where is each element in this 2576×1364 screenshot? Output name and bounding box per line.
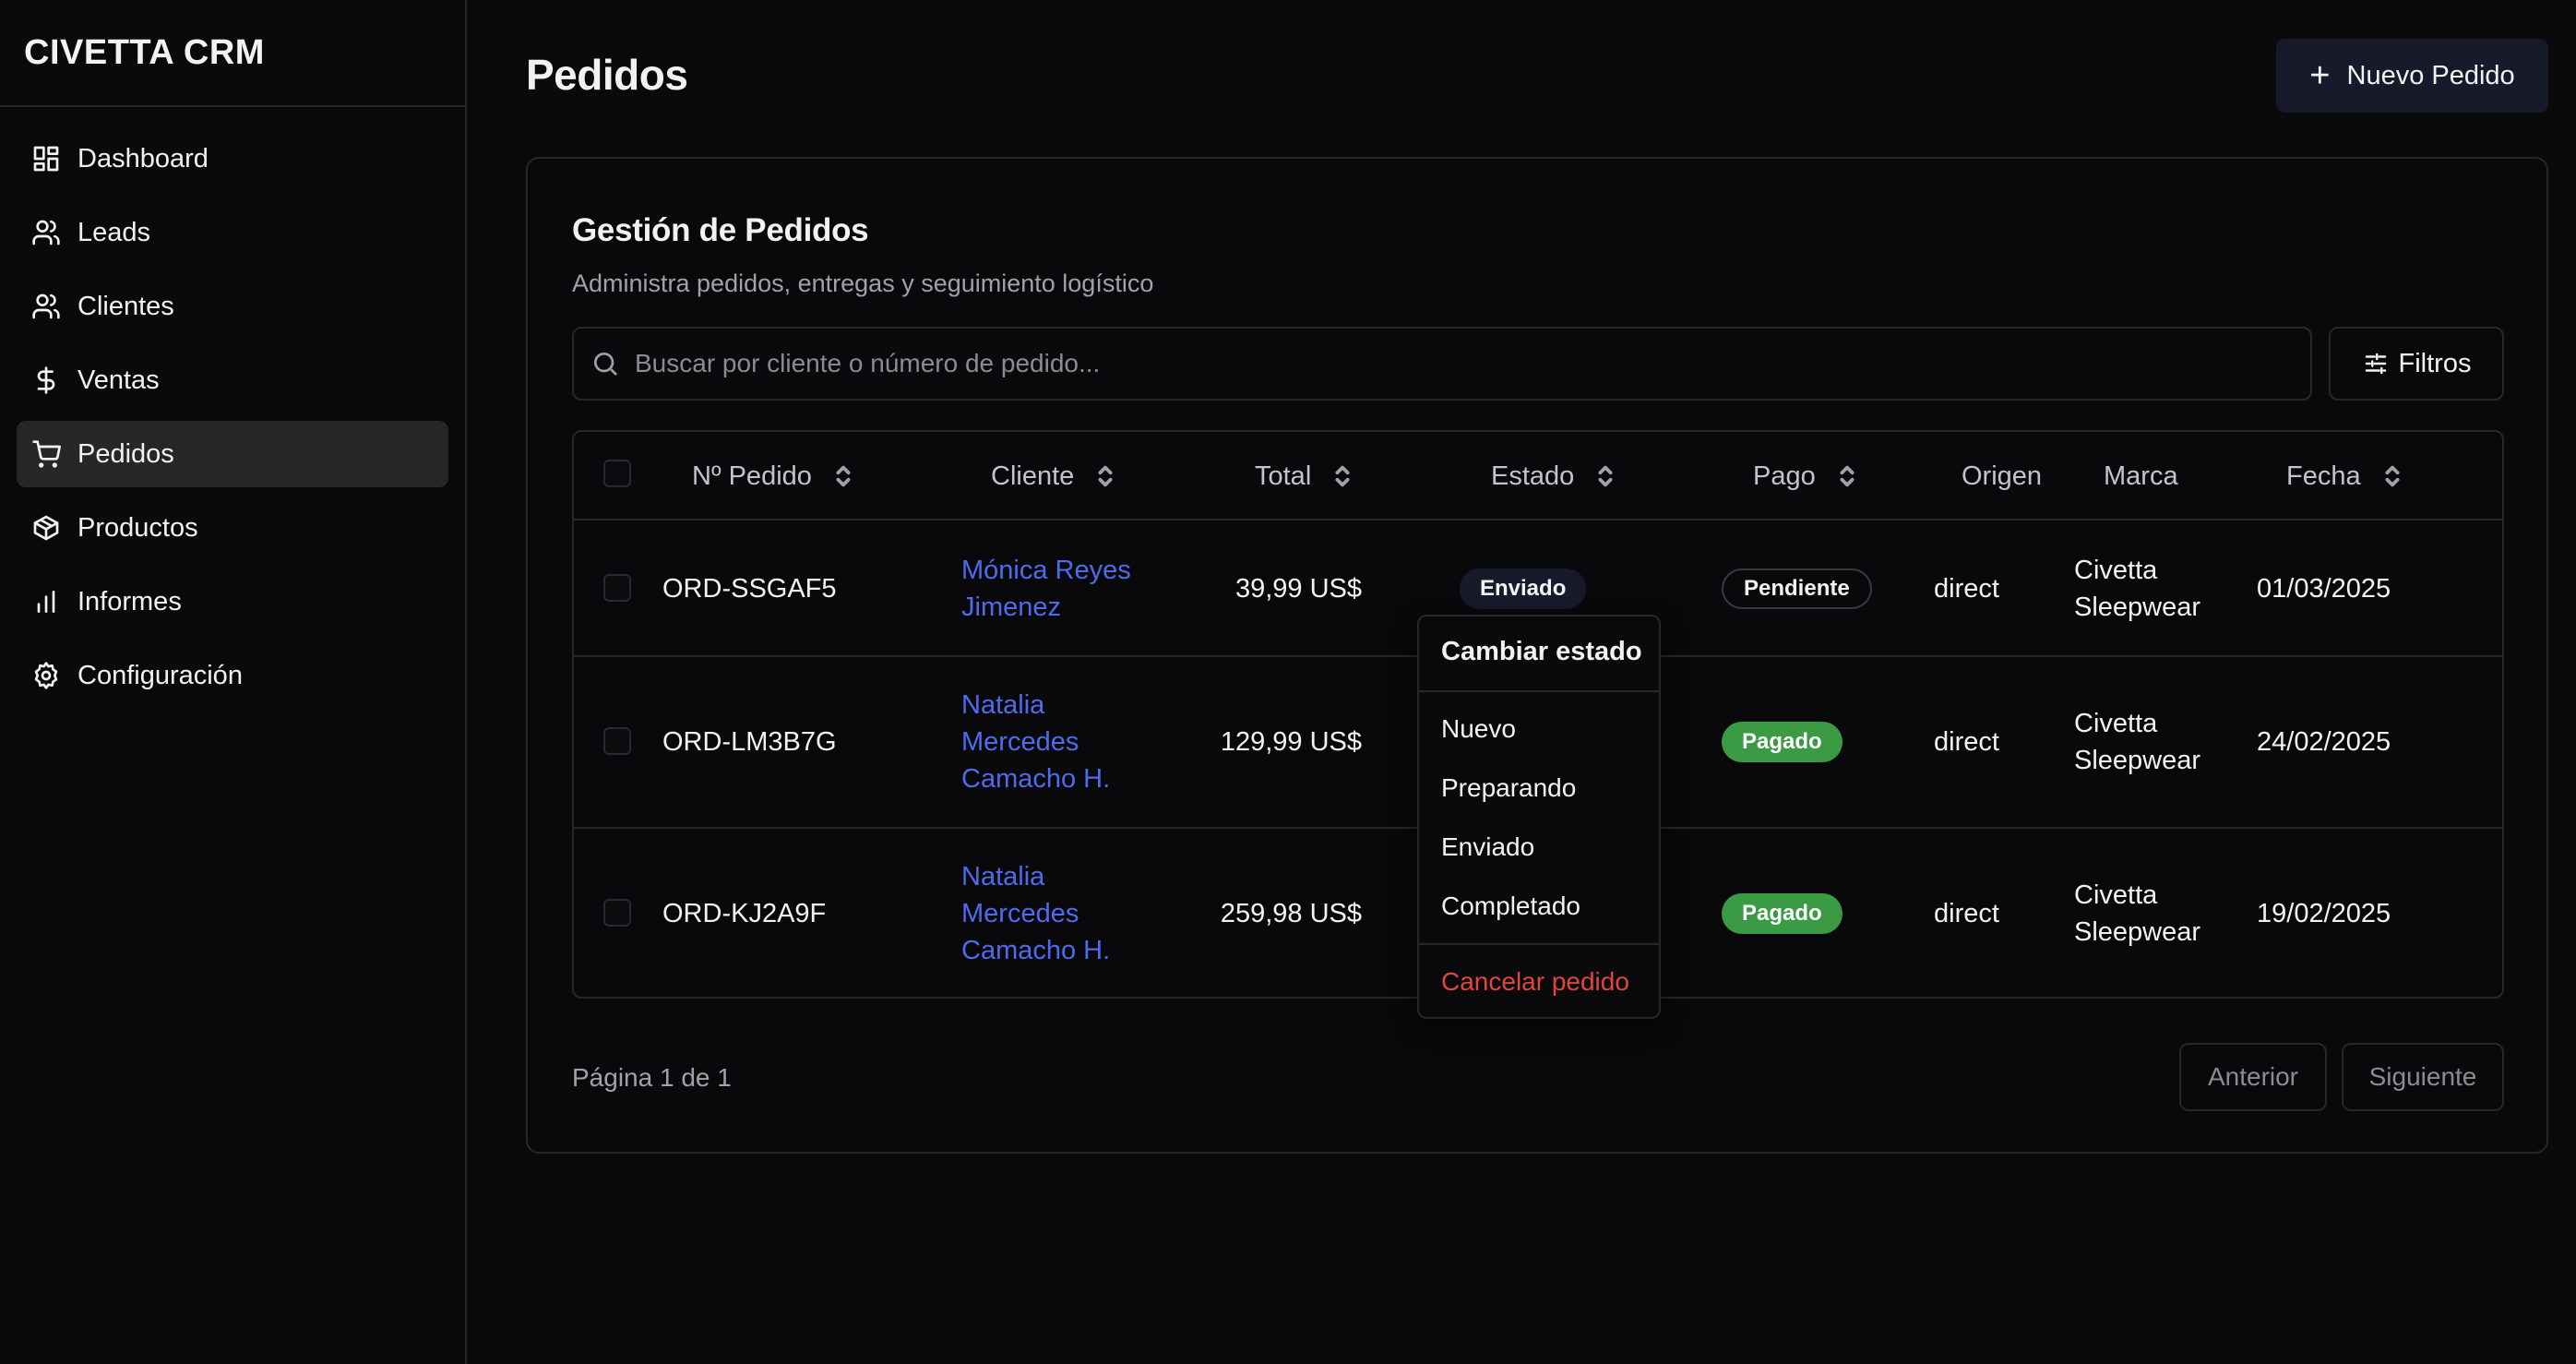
- client-link[interactable]: Mónica Reyes Jimenez: [961, 552, 1131, 626]
- column-header-cliente[interactable]: Cliente: [991, 432, 1115, 520]
- table-header: Nº Pedido Cliente Total Estado Pago Orig…: [574, 432, 2502, 520]
- column-header-fecha[interactable]: Fecha: [2286, 432, 2402, 520]
- payment-badge: Pendiente: [1722, 568, 1872, 609]
- sidebar-item-informes[interactable]: Informes: [17, 568, 448, 635]
- column-header-origen: Origen: [1962, 461, 2043, 491]
- sidebar-item-label: Clientes: [78, 291, 174, 321]
- order-origin: direct: [1934, 574, 1999, 604]
- sidebar-item-dashboard[interactable]: Dashboard: [17, 126, 448, 192]
- sidebar-item-label: Productos: [78, 512, 198, 543]
- sort-icon: [1598, 465, 1613, 487]
- users-icon: [32, 293, 60, 319]
- order-id: ORD-LM3B7G: [662, 727, 837, 757]
- card-title: Gestión de Pedidos: [572, 212, 869, 248]
- menu-item-nuevo[interactable]: Nuevo: [1441, 714, 1516, 744]
- sidebar-item-label: Leads: [78, 217, 151, 247]
- menu-item-completado[interactable]: Completado: [1441, 891, 1580, 921]
- prev-page-button[interactable]: Anterior: [2179, 1043, 2327, 1111]
- client-link[interactable]: Natalia Mercedes Camacho H.: [961, 687, 1110, 797]
- new-order-label: Nuevo Pedido: [2346, 60, 2515, 90]
- client-link[interactable]: Natalia Mercedes Camacho H.: [961, 858, 1110, 969]
- sliders-icon: [2365, 353, 2386, 375]
- column-header-total[interactable]: Total: [1255, 432, 1352, 520]
- sidebar-item-pedidos[interactable]: Pedidos: [17, 421, 448, 487]
- column-header-pago[interactable]: Pago: [1753, 432, 1856, 520]
- search-input[interactable]: [635, 349, 2310, 378]
- payment-badge: Pagado: [1722, 893, 1843, 934]
- order-brand: Civetta Sleepwear: [2074, 880, 2201, 947]
- dollar-icon: [37, 366, 55, 394]
- search-icon: [594, 353, 617, 376]
- sort-icon: [836, 465, 851, 487]
- select-all-checkbox[interactable]: [603, 460, 631, 487]
- sidebar-item-leads[interactable]: Leads: [17, 199, 448, 266]
- column-header-marca: Marca: [2104, 461, 2178, 491]
- gear-icon: [34, 662, 58, 689]
- package-icon: [33, 515, 59, 541]
- order-id: ORD-SSGAF5: [662, 574, 837, 604]
- sidebar-item-label: Ventas: [78, 365, 160, 395]
- sidebar-item-label: Informes: [78, 586, 182, 616]
- bar-chart-icon: [37, 591, 55, 613]
- column-header-id[interactable]: Nº Pedido: [692, 432, 853, 520]
- status-badge[interactable]: Enviado: [1460, 568, 1587, 609]
- order-origin: direct: [1934, 727, 1999, 757]
- order-id: ORD-KJ2A9F: [662, 899, 827, 928]
- filters-button[interactable]: Filtros: [2329, 327, 2504, 401]
- order-total: 129,99 US$: [1220, 727, 1362, 757]
- next-page-button[interactable]: Siguiente: [2342, 1043, 2504, 1111]
- plus-icon: +: [2309, 56, 2331, 95]
- sidebar-item-productos[interactable]: Productos: [17, 495, 448, 561]
- dropdown-title: Cambiar estado: [1441, 637, 1642, 666]
- sort-icon: [1335, 465, 1350, 487]
- payment-badge: Pagado: [1722, 722, 1843, 762]
- menu-item-preparando[interactable]: Preparando: [1441, 773, 1576, 803]
- filters-label: Filtros: [2398, 348, 2472, 378]
- column-header-estado[interactable]: Estado: [1491, 432, 1615, 520]
- menu-item-enviado[interactable]: Enviado: [1441, 832, 1534, 862]
- app-brand: CIVETTA CRM: [0, 0, 465, 107]
- row-checkbox[interactable]: [603, 727, 631, 755]
- card-subtitle: Administra pedidos, entregas y seguimien…: [572, 269, 1154, 297]
- divider: [1419, 943, 1659, 945]
- order-total: 39,99 US$: [1234, 574, 1362, 604]
- users-icon: [32, 220, 60, 245]
- row-checkbox[interactable]: [603, 899, 631, 927]
- divider: [1419, 690, 1659, 692]
- order-date: 19/02/2025: [2257, 899, 2391, 928]
- dashboard-icon: [33, 146, 59, 172]
- new-order-button[interactable]: + Nuevo Pedido: [2276, 39, 2548, 113]
- cart-icon: [32, 440, 61, 468]
- order-date: 24/02/2025: [2257, 727, 2391, 757]
- order-date: 01/03/2025: [2257, 574, 2391, 604]
- sidebar-nav: Dashboard Leads Clientes Ventas Pedidos …: [0, 107, 465, 735]
- sidebar-item-label: Configuración: [78, 660, 243, 690]
- menu-item-cancelar[interactable]: Cancelar pedido: [1441, 967, 1629, 997]
- pagination-info: Página 1 de 1: [572, 1063, 732, 1092]
- order-total: 259,98 US$: [1220, 899, 1362, 928]
- sidebar-item-label: Dashboard: [78, 143, 209, 173]
- sidebar-item-label: Pedidos: [78, 438, 174, 469]
- sort-icon: [1098, 465, 1113, 487]
- sidebar-item-ventas[interactable]: Ventas: [17, 347, 448, 413]
- page-title: Pedidos: [526, 51, 688, 99]
- order-brand: Civetta Sleepwear: [2074, 556, 2201, 622]
- row-checkbox[interactable]: [603, 574, 631, 602]
- sort-icon: [1840, 465, 1854, 487]
- sidebar-item-clientes[interactable]: Clientes: [17, 273, 448, 340]
- order-brand: Civetta Sleepwear: [2074, 709, 2201, 775]
- order-origin: direct: [1934, 899, 1999, 928]
- status-dropdown-menu: Cambiar estado Nuevo Preparando Enviado …: [1417, 615, 1661, 1019]
- sidebar-item-configuracion[interactable]: Configuración: [17, 642, 448, 709]
- sidebar: CIVETTA CRM Dashboard Leads Clientes Ven…: [0, 0, 467, 1364]
- search-box: [572, 327, 2312, 401]
- sort-icon: [2385, 465, 2400, 487]
